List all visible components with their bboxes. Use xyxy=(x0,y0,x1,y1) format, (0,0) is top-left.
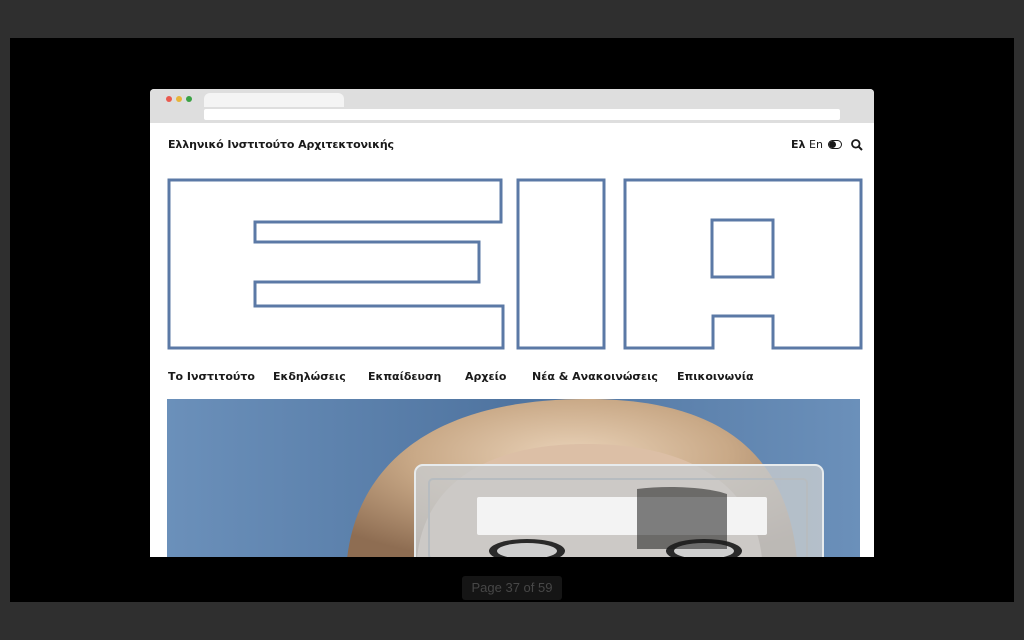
eia-logo xyxy=(167,178,863,350)
page-indicator: Page 37 of 59 xyxy=(462,576,562,600)
nav-item-contact[interactable]: Επικοινωνία xyxy=(677,370,754,383)
search-icon[interactable] xyxy=(850,138,864,152)
hero-image xyxy=(167,399,860,557)
theme-toggle-icon[interactable] xyxy=(828,140,842,149)
browser-mockup: Ελληνικό Ινστιτούτο Αρχιτεκτονικής Ελ En… xyxy=(150,89,874,557)
nav-item-archive[interactable]: Αρχείο xyxy=(465,370,506,383)
website-page: Ελληνικό Ινστιτούτο Αρχιτεκτονικής Ελ En… xyxy=(150,123,874,557)
site-title[interactable]: Ελληνικό Ινστιτούτο Αρχιτεκτονικής xyxy=(168,138,394,151)
nav-item-education[interactable]: Εκπαίδευση xyxy=(368,370,441,383)
hero-photo-illustration xyxy=(167,399,860,557)
language-en-link[interactable]: En xyxy=(809,138,823,151)
browser-toolbar xyxy=(150,89,874,123)
minimize-dot-icon xyxy=(176,96,182,102)
close-dot-icon xyxy=(166,96,172,102)
language-el-link[interactable]: Ελ xyxy=(791,138,805,151)
nav-item-events[interactable]: Εκδηλώσεις xyxy=(273,370,346,383)
maximize-dot-icon xyxy=(186,96,192,102)
address-bar xyxy=(204,109,840,120)
browser-tab xyxy=(204,93,344,107)
nav-item-news[interactable]: Νέα & Ανακοινώσεις xyxy=(532,370,658,383)
nav-item-institute[interactable]: Το Ινστιτούτο xyxy=(168,370,255,383)
